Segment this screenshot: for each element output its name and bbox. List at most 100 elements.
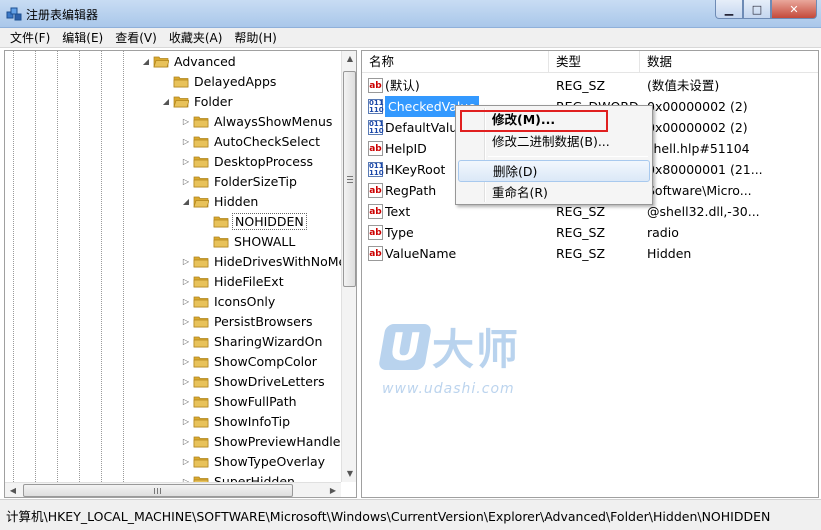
tree-node[interactable]: ▷ DesktopProcess bbox=[181, 151, 315, 171]
context-menu-modify-binary[interactable]: 修改二进制数据(B)... bbox=[458, 131, 650, 153]
tree-node[interactable]: ◢ Advanced bbox=[141, 51, 238, 71]
tree-guide-line bbox=[101, 51, 102, 482]
value-name: Text bbox=[385, 204, 411, 219]
collapse-arrow-icon[interactable]: ◢ bbox=[181, 191, 191, 211]
tree-node[interactable]: ▷ HideDrivesWithNoMedia bbox=[181, 251, 341, 271]
value-name: Type bbox=[385, 225, 414, 240]
tree-horizontal-scrollbar[interactable]: ◀ ▶ bbox=[5, 482, 341, 497]
tree-node[interactable]: ▷ HideFileExt bbox=[181, 271, 286, 291]
tree-node-label: ShowTypeOverlay bbox=[214, 453, 326, 469]
expand-arrow-icon[interactable]: ▷ bbox=[181, 351, 191, 371]
collapse-arrow-icon[interactable]: ◢ bbox=[141, 51, 151, 71]
folder-icon bbox=[213, 216, 229, 227]
udashi-url: www.udashi.com bbox=[382, 381, 515, 397]
folder-icon bbox=[193, 456, 209, 467]
tree-node[interactable]: ▷ AlwaysShowMenus bbox=[181, 111, 334, 131]
tree-node[interactable]: ▷ PersistBrowsers bbox=[181, 311, 315, 331]
value-row[interactable]: ab (默认) REG_SZ (数值未设置) bbox=[362, 75, 818, 96]
tree-node-label: Folder bbox=[194, 93, 233, 109]
tree-node-label: ShowDriveLetters bbox=[214, 373, 325, 389]
menu-edit[interactable]: 编辑(E) bbox=[56, 28, 109, 48]
value-name: HelpID bbox=[385, 141, 427, 156]
expand-arrow-icon[interactable]: ▷ bbox=[181, 291, 191, 311]
maximize-button[interactable]: □ bbox=[743, 0, 771, 19]
folder-icon bbox=[193, 256, 209, 267]
menu-help[interactable]: 帮助(H) bbox=[228, 28, 282, 48]
value-data: 0x00000002 (2) bbox=[647, 99, 748, 114]
folder-icon bbox=[193, 156, 209, 167]
tree-node-label: HideFileExt bbox=[214, 273, 284, 289]
tree-node[interactable]: SHOWALL bbox=[201, 231, 297, 251]
tree-vertical-scrollbar[interactable]: ▲ ▼ bbox=[341, 51, 356, 482]
tree-node[interactable]: ◢ Folder bbox=[161, 91, 235, 111]
tree-node[interactable]: ▷ IconsOnly bbox=[181, 291, 277, 311]
column-data[interactable]: 数据 bbox=[640, 51, 818, 73]
tree-node[interactable]: ▷ ShowInfoTip bbox=[181, 411, 292, 431]
tree-node[interactable]: ▷ SuperHidden bbox=[181, 471, 297, 482]
tree-node[interactable]: ▷ ShowTypeOverlay bbox=[181, 451, 327, 471]
column-type[interactable]: 类型 bbox=[549, 51, 640, 73]
value-row[interactable]: ab Type REG_SZ radio bbox=[362, 222, 818, 243]
expand-arrow-icon[interactable]: ▷ bbox=[181, 431, 191, 451]
expand-arrow-icon[interactable]: ▷ bbox=[181, 331, 191, 351]
tree-node[interactable]: ▷ FolderSizeTip bbox=[181, 171, 299, 191]
tree-node-label: FolderSizeTip bbox=[214, 173, 297, 189]
tree-node[interactable]: ▷ AutoCheckSelect bbox=[181, 131, 322, 151]
expand-arrow-icon[interactable]: ▷ bbox=[181, 151, 191, 171]
expand-arrow-icon[interactable]: ▷ bbox=[181, 391, 191, 411]
udashi-watermark: U 大师 www.udashi.com bbox=[377, 316, 582, 397]
menu-favorites[interactable]: 收藏夹(A) bbox=[163, 28, 229, 48]
string-value-icon: ab bbox=[368, 225, 383, 240]
scroll-right-icon[interactable]: ▶ bbox=[325, 483, 341, 497]
tree-node-label: HideDrivesWithNoMedia bbox=[214, 253, 341, 269]
tree-guide-line bbox=[13, 51, 14, 482]
tree-node[interactable]: DelayedApps bbox=[161, 71, 278, 91]
binary-value-icon: 011 110 bbox=[368, 120, 384, 135]
folder-icon bbox=[193, 396, 209, 407]
expand-arrow-icon[interactable]: ▷ bbox=[181, 171, 191, 191]
tree-node[interactable]: ◢ Hidden bbox=[181, 191, 260, 211]
status-path: 计算机\HKEY_LOCAL_MACHINE\SOFTWARE\Microsof… bbox=[6, 509, 771, 524]
expand-arrow-icon[interactable]: ▷ bbox=[181, 311, 191, 331]
tree-guide-line bbox=[123, 51, 124, 482]
tree-vertical-scroll-thumb[interactable] bbox=[343, 71, 356, 287]
value-name: HKeyRoot bbox=[385, 162, 446, 177]
context-menu-delete[interactable]: 删除(D) bbox=[458, 160, 650, 182]
scroll-left-icon[interactable]: ◀ bbox=[5, 483, 21, 497]
value-data: @shell32.dll,-30... bbox=[647, 204, 760, 219]
value-type: REG_SZ bbox=[556, 225, 606, 240]
collapse-arrow-icon[interactable]: ◢ bbox=[161, 91, 171, 111]
scroll-up-icon[interactable]: ▲ bbox=[342, 51, 356, 67]
expand-arrow-icon[interactable]: ▷ bbox=[181, 251, 191, 271]
grip-icon bbox=[347, 176, 353, 185]
value-row[interactable]: ab ValueName REG_SZ Hidden bbox=[362, 243, 818, 264]
tree-node[interactable]: ▷ ShowPreviewHandlers bbox=[181, 431, 341, 451]
folder-icon bbox=[193, 136, 209, 147]
menu-view[interactable]: 查看(V) bbox=[109, 28, 163, 48]
expand-arrow-icon[interactable]: ▷ bbox=[181, 111, 191, 131]
expand-arrow-icon[interactable]: ▷ bbox=[181, 451, 191, 471]
close-button[interactable]: ✕ bbox=[771, 0, 817, 19]
tree-horizontal-scroll-thumb[interactable] bbox=[23, 484, 293, 497]
tree-guide-line bbox=[79, 51, 80, 482]
tree-node[interactable]: ▷ ShowCompColor bbox=[181, 351, 319, 371]
tree-node[interactable]: ▷ ShowFullPath bbox=[181, 391, 299, 411]
tree-node[interactable]: ▷ ShowDriveLetters bbox=[181, 371, 327, 391]
minimize-button[interactable]: ▁ bbox=[715, 0, 743, 19]
expand-arrow-icon[interactable]: ▷ bbox=[181, 411, 191, 431]
expand-arrow-icon[interactable]: ▷ bbox=[181, 471, 191, 483]
expand-arrow-icon[interactable]: ▷ bbox=[181, 371, 191, 391]
udashi-logo-letter: U bbox=[377, 323, 433, 370]
context-menu-rename[interactable]: 重命名(R) bbox=[458, 182, 650, 204]
menu-file[interactable]: 文件(F) bbox=[4, 28, 56, 48]
tree-node[interactable]: NOHIDDEN bbox=[201, 211, 307, 231]
folder-icon bbox=[193, 316, 209, 327]
expand-arrow-icon[interactable]: ▷ bbox=[181, 271, 191, 291]
value-type: REG_SZ bbox=[556, 78, 606, 93]
tree-node[interactable]: ▷ SharingWizardOn bbox=[181, 331, 324, 351]
expand-arrow-icon[interactable]: ▷ bbox=[181, 131, 191, 151]
scroll-down-icon[interactable]: ▼ bbox=[342, 466, 356, 482]
column-name[interactable]: 名称 bbox=[362, 51, 549, 73]
